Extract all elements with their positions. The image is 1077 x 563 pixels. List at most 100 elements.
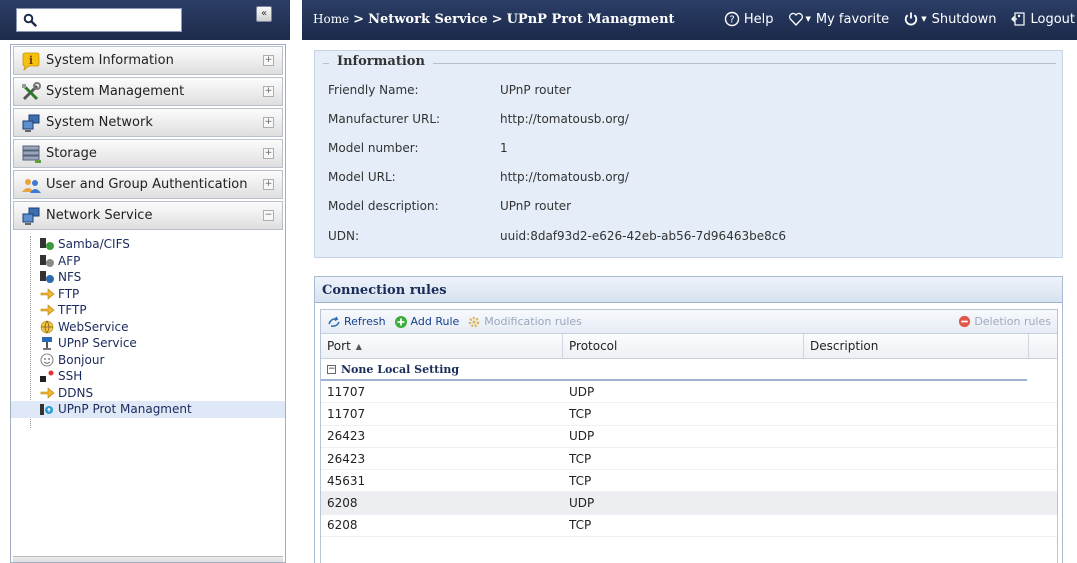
- info-value: UPnP router: [500, 199, 572, 213]
- expand-icon[interactable]: +: [263, 55, 274, 66]
- sidebar-item-samba[interactable]: Samba/CIFS: [11, 236, 285, 253]
- logout-label: Logout: [1030, 11, 1075, 27]
- heart-icon: [788, 12, 803, 26]
- cell-port: 26423: [327, 429, 366, 444]
- table-row[interactable]: 26423 UDP: [321, 426, 1057, 448]
- info-icon: i: [22, 52, 40, 71]
- logout-link[interactable]: Logout: [1010, 11, 1075, 27]
- sidebar-item-label: System Management: [46, 84, 185, 99]
- sidebar-item-tftp[interactable]: TFTP: [11, 302, 285, 319]
- info-label: Model number:: [328, 141, 419, 155]
- favorite-label: My favorite: [815, 11, 890, 27]
- network-icon: [22, 114, 40, 132]
- sidebar-item-network-service[interactable]: Network Service −: [13, 201, 283, 230]
- column-label: Description: [810, 339, 879, 353]
- column-header-port[interactable]: Port ▲: [321, 334, 563, 358]
- sidebar-item-ssh[interactable]: SSH: [11, 368, 285, 385]
- info-label: Manufacturer URL:: [328, 112, 441, 126]
- sidebar-item-label: UPnP Service: [58, 336, 137, 351]
- sidebar-item-label: WebService: [58, 319, 129, 334]
- search-icon: [23, 13, 37, 27]
- deletion-rules-button[interactable]: Deletion rules: [958, 315, 1051, 328]
- sidebar-item-label: TFTP: [58, 303, 87, 318]
- nfs-icon: [40, 271, 54, 284]
- cell-protocol: TCP: [569, 451, 592, 466]
- sidebar-bottom-bar: [13, 556, 283, 562]
- breadcrumb-separator: >: [491, 12, 503, 27]
- collapse-sidebar-button[interactable]: «: [256, 6, 272, 22]
- expand-icon[interactable]: +: [263, 148, 274, 159]
- table-row[interactable]: 6208 TCP: [321, 515, 1057, 538]
- group-title: None Local Setting: [341, 362, 460, 376]
- sidebar-item-upnp-port-management[interactable]: UPnP Prot Managment: [11, 401, 285, 418]
- group-row[interactable]: − None Local Setting: [321, 359, 1027, 381]
- sidebar-item-ddns[interactable]: DDNS: [11, 385, 285, 402]
- cell-port: 6208: [327, 496, 358, 511]
- left-topbar: «: [0, 0, 290, 40]
- sidebar-item-storage[interactable]: Storage +: [13, 139, 283, 168]
- column-header-description[interactable]: Description: [804, 334, 1029, 358]
- help-link[interactable]: ? Help: [724, 11, 774, 27]
- cell-port: 11707: [327, 384, 366, 399]
- sidebar-item-system-management[interactable]: System Management +: [13, 77, 283, 106]
- table-row-selected[interactable]: 6208 UDP: [321, 492, 1057, 515]
- sidebar-item-afp[interactable]: AFP: [11, 253, 285, 270]
- info-value: http://tomatousb.org/: [500, 170, 629, 184]
- sidebar-item-label: Storage: [46, 146, 97, 161]
- breadcrumb-home[interactable]: Home: [313, 12, 349, 26]
- chevron-down-icon: ▼: [921, 15, 927, 23]
- cell-protocol: TCP: [569, 473, 592, 488]
- modification-rules-label: Modification rules: [484, 315, 582, 328]
- column-header-protocol[interactable]: Protocol: [563, 334, 804, 358]
- connection-rules-panel: Connection rules Refresh Add Rule Modifi…: [314, 276, 1063, 563]
- column-label: Port: [327, 339, 351, 353]
- sidebar-item-webservice[interactable]: WebService: [11, 319, 285, 336]
- users-icon: [22, 178, 41, 193]
- sidebar-item-user-group-auth[interactable]: User and Group Authentication +: [13, 170, 283, 199]
- search-input[interactable]: [16, 8, 182, 32]
- sidebar-item-upnp-service[interactable]: UPnP Service: [11, 335, 285, 352]
- collapse-icon[interactable]: −: [327, 364, 336, 374]
- add-icon: [394, 315, 407, 328]
- table-row[interactable]: 45631 TCP: [321, 470, 1057, 493]
- ftp-icon: [40, 288, 55, 300]
- info-value: uuid:8daf93d2-e626-42eb-ab56-7d96463be8c…: [500, 229, 786, 243]
- svg-text:i: i: [29, 54, 33, 67]
- breadcrumb-page: UPnP Prot Managment: [506, 12, 675, 27]
- tftp-icon: [40, 304, 55, 316]
- sidebar-item-label: User and Group Authentication: [46, 177, 248, 192]
- cell-protocol: UDP: [569, 384, 595, 399]
- expand-icon[interactable]: +: [263, 179, 274, 190]
- table-row[interactable]: 26423 TCP: [321, 448, 1057, 471]
- sidebar-item-nfs[interactable]: NFS: [11, 269, 285, 286]
- sidebar-item-ftp[interactable]: FTP: [11, 286, 285, 303]
- info-value: UPnP router: [500, 83, 572, 97]
- refresh-button[interactable]: Refresh: [327, 315, 386, 329]
- sidebar-item-label: UPnP Prot Managment: [58, 402, 192, 417]
- cell-protocol: UDP: [569, 429, 595, 444]
- cell-port: 26423: [327, 451, 366, 466]
- modification-rules-button[interactable]: Modification rules: [467, 315, 582, 329]
- collapse-icon[interactable]: −: [263, 210, 274, 221]
- expand-icon[interactable]: +: [263, 117, 274, 128]
- sidebar-item-bonjour[interactable]: Bonjour: [11, 352, 285, 369]
- breadcrumb: Home > Network Service > UPnP Prot Managment: [313, 12, 675, 27]
- cell-port: 45631: [327, 473, 366, 488]
- expand-icon[interactable]: +: [263, 86, 274, 97]
- logout-icon: [1011, 12, 1026, 26]
- shutdown-link[interactable]: ▼ Shutdown: [903, 11, 996, 27]
- sidebar-item-system-network[interactable]: System Network +: [13, 108, 283, 137]
- storage-icon: [22, 145, 41, 163]
- favorite-link[interactable]: ▼ My favorite: [788, 11, 890, 27]
- info-label: Friendly Name:: [328, 83, 419, 97]
- rules-grid: Refresh Add Rule Modification rules Dele…: [320, 309, 1058, 563]
- sidebar-item-system-information[interactable]: i System Information +: [13, 46, 283, 75]
- table-row[interactable]: 11707 UDP: [321, 381, 1057, 404]
- add-rule-button[interactable]: Add Rule: [394, 315, 459, 329]
- help-icon: ?: [724, 11, 740, 27]
- afp-icon: [40, 254, 54, 267]
- breadcrumb-section[interactable]: Network Service: [368, 12, 488, 27]
- ddns-icon: [40, 387, 55, 399]
- table-row[interactable]: 11707 TCP: [321, 403, 1057, 426]
- cell-protocol: TCP: [569, 518, 592, 533]
